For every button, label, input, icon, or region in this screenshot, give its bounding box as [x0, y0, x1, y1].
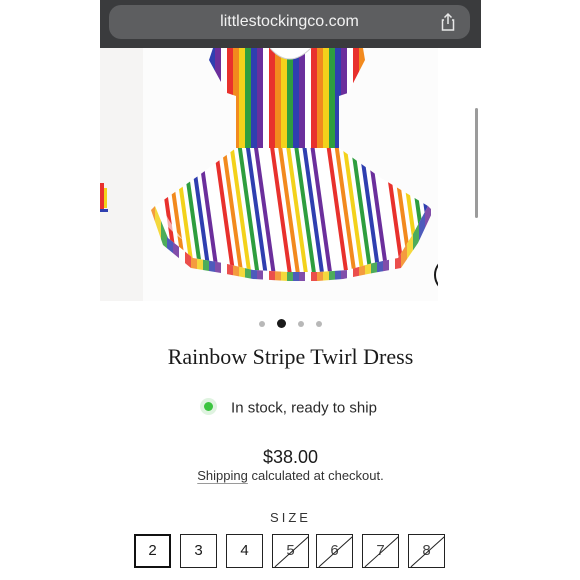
stock-status: In stock, ready to ship: [100, 399, 481, 419]
stock-status-text: In stock, ready to ship: [231, 399, 377, 417]
product-image[interactable]: [143, 48, 438, 301]
mobile-browser: littlestockingco.com Rainbow Stripe Twir…: [100, 0, 481, 580]
gallery-dot[interactable]: [298, 320, 304, 327]
right-margin: [481, 0, 580, 580]
size-option-3[interactable]: 3: [180, 534, 217, 568]
share-icon[interactable]: [438, 12, 458, 32]
size-option-7-sold-out[interactable]: 7: [362, 534, 399, 568]
size-selector: 2 3 4 5 6 7 8: [134, 534, 464, 572]
scrollbar[interactable]: [475, 108, 478, 218]
gallery-dot[interactable]: [316, 320, 322, 327]
address-bar[interactable]: littlestockingco.com: [109, 5, 470, 39]
browser-toolbar: littlestockingco.com: [100, 0, 481, 48]
gallery-dot[interactable]: [259, 320, 265, 327]
size-option-5-sold-out[interactable]: 5: [272, 534, 309, 568]
size-option-8-sold-out[interactable]: 8: [408, 534, 445, 568]
shipping-note: Shipping calculated at checkout.: [100, 468, 481, 483]
size-option-4[interactable]: 4: [226, 534, 263, 568]
url-text: littlestockingco.com: [220, 13, 359, 30]
shipping-link[interactable]: Shipping: [197, 468, 248, 483]
previous-image-thumbnail[interactable]: [100, 48, 143, 301]
in-stock-indicator-icon: [204, 402, 214, 412]
shipping-note-text: calculated at checkout.: [247, 468, 384, 483]
gallery-pagination: [100, 315, 481, 329]
product-gallery[interactable]: [100, 48, 481, 301]
size-label: SIZE: [270, 510, 311, 525]
gallery-dot-active[interactable]: [277, 319, 286, 329]
product-price: $38.00: [262, 447, 319, 467]
left-margin: [0, 0, 100, 580]
size-option-6-sold-out[interactable]: 6: [316, 534, 353, 568]
product-title: Rainbow Stripe Twirl Dress: [167, 344, 414, 369]
size-option-2[interactable]: 2: [134, 534, 171, 568]
